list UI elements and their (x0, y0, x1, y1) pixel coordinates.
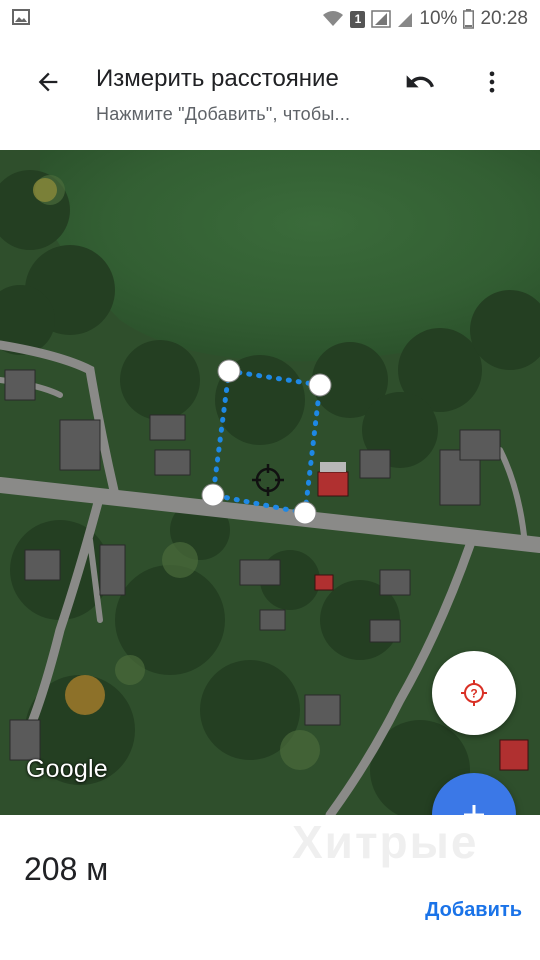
watermark: Хитрые (292, 816, 479, 868)
svg-text:?: ? (470, 687, 477, 701)
total-distance: 208 м (24, 851, 109, 887)
my-location-button[interactable]: ? (432, 651, 516, 735)
more-options-button[interactable] (472, 62, 512, 102)
page-title: Измерить расстояние (96, 65, 339, 92)
undo-button[interactable] (400, 62, 440, 102)
signal-strength-icon (398, 13, 413, 27)
undo-icon (406, 75, 434, 88)
back-button[interactable] (28, 62, 68, 102)
sim-badge: 1 (350, 10, 366, 28)
path-point (293, 501, 317, 525)
my-location-icon: ? (461, 680, 487, 706)
image-icon (12, 9, 30, 25)
app-bar: Измерить расстояние Нажмите "Добавить", … (0, 38, 540, 150)
wifi-icon (323, 11, 344, 26)
plus-icon (464, 805, 484, 815)
path-point (308, 373, 332, 397)
measurement-panel: Хитрые 208 м Добавить (0, 815, 540, 960)
add-button[interactable]: Добавить (425, 899, 522, 922)
status-bar: 1 10% 20:28 (0, 0, 540, 38)
signal-icon (371, 10, 392, 28)
google-attribution: Google (26, 755, 108, 783)
clock: 20:28 (480, 8, 528, 29)
satellite-map[interactable]: Google ? (0, 150, 540, 815)
page-subtitle: Нажмите "Добавить", чтобы... (96, 104, 351, 124)
more-vert-icon (489, 71, 495, 93)
path-point (217, 359, 241, 383)
arrow-back-icon (38, 72, 58, 92)
path-point (201, 483, 225, 507)
battery-icon (463, 9, 475, 29)
battery-percent: 10% (419, 8, 458, 29)
